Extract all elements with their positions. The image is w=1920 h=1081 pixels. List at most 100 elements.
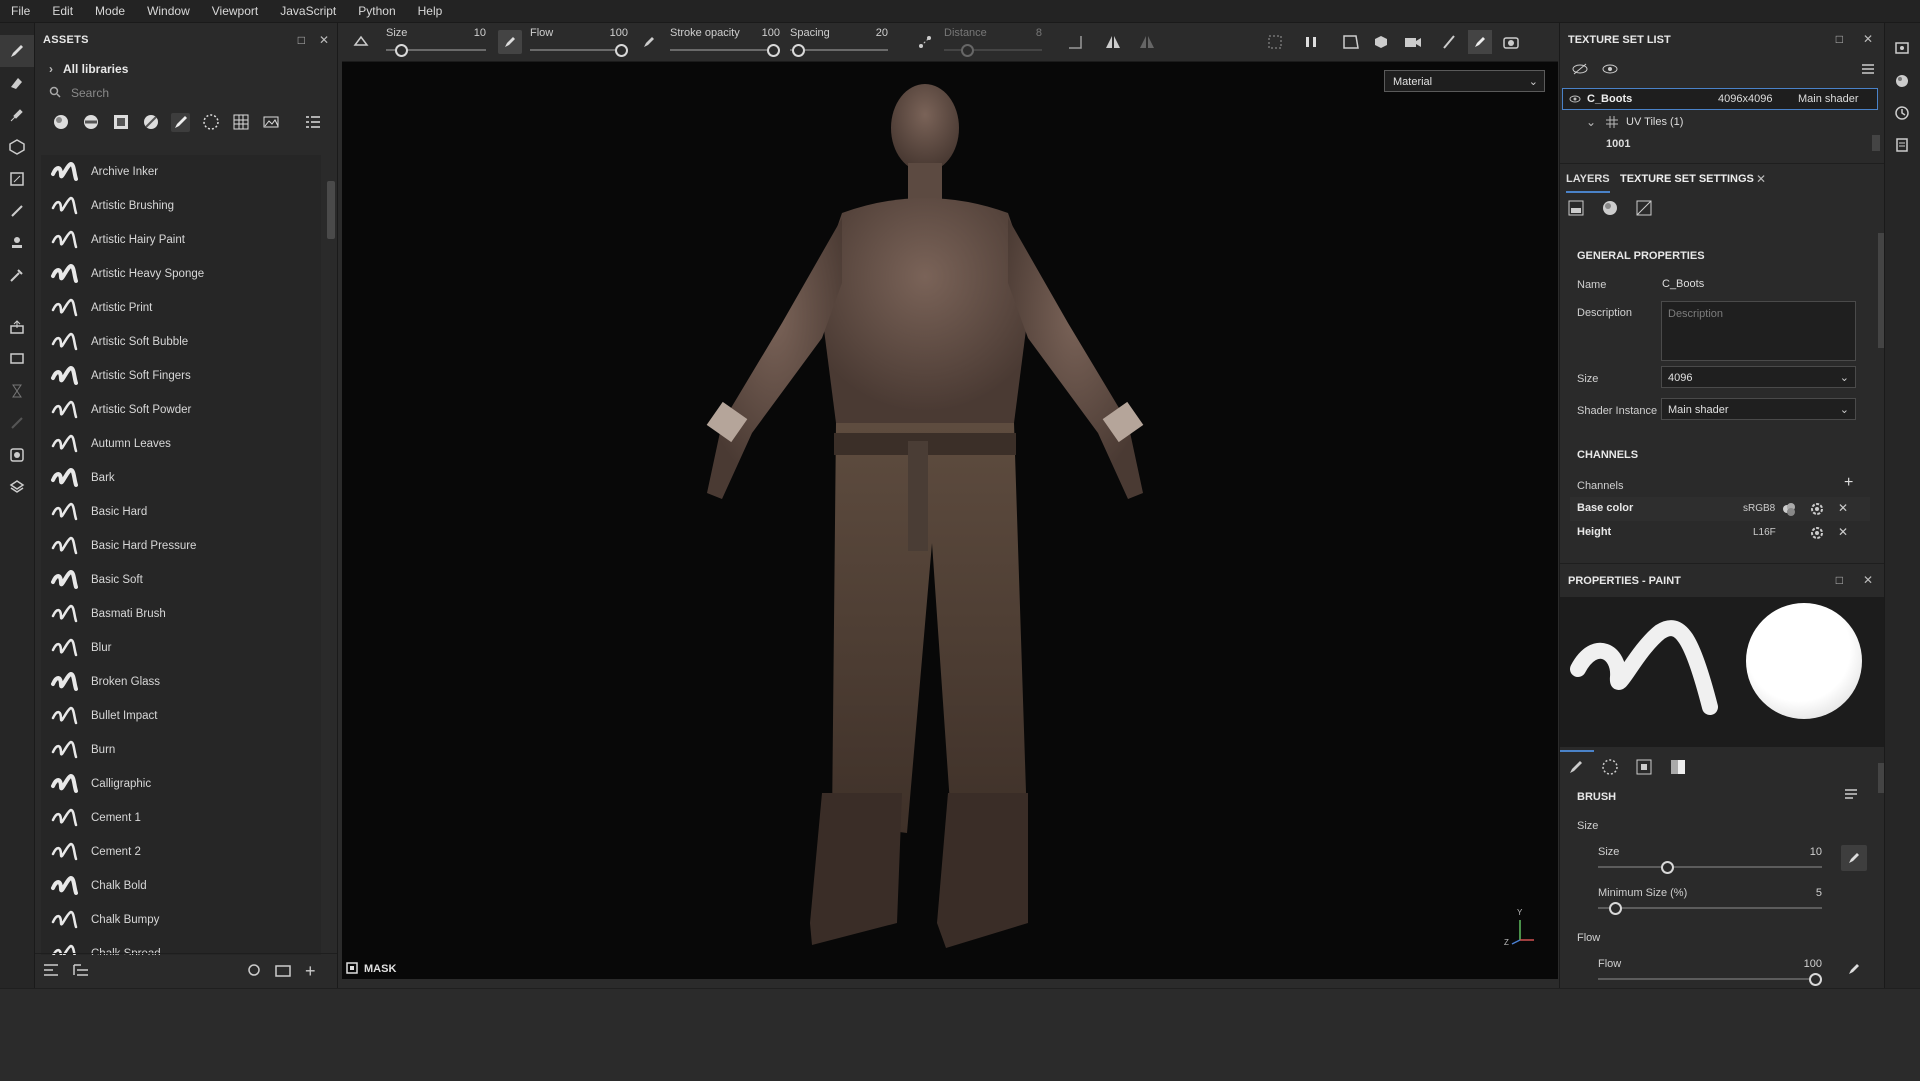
asset-item[interactable]: Cement 2 [41, 835, 321, 869]
color-picker-icon[interactable] [0, 259, 34, 291]
asset-item[interactable]: Cement 1 [41, 801, 321, 835]
gear-icon[interactable] [1810, 526, 1824, 543]
size-slider-knob[interactable] [394, 44, 408, 57]
bake-icon[interactable] [1568, 200, 1584, 219]
brush-filter-icon[interactable] [171, 112, 190, 132]
refresh-icon[interactable] [247, 963, 261, 980]
undock-icon[interactable]: □ [298, 33, 305, 47]
viewport-mode-select[interactable]: Material ⌄ [1384, 70, 1545, 92]
description-field[interactable]: Description [1661, 301, 1856, 361]
pause-icon[interactable] [1302, 33, 1320, 51]
screenshot-icon[interactable] [1502, 33, 1520, 51]
asset-item[interactable]: Basic Hard [41, 495, 321, 529]
asset-search[interactable]: Search [35, 81, 337, 105]
asset-item[interactable]: Calligraphic [41, 767, 321, 801]
asset-item[interactable]: Basic Hard Pressure [41, 529, 321, 563]
menu-mode[interactable]: Mode [84, 0, 136, 22]
asset-item[interactable]: Burn [41, 733, 321, 767]
2d-view-icon[interactable] [1342, 33, 1360, 51]
undock-icon[interactable]: □ [1836, 32, 1843, 46]
asset-item[interactable]: Basmati Brush [41, 597, 321, 631]
menu-edit[interactable]: Edit [41, 0, 84, 22]
shader-instance-dropdown[interactable]: Main shader ⌄ [1661, 398, 1856, 420]
viewport[interactable] [342, 23, 1558, 979]
mask-filter-icon[interactable] [111, 113, 130, 132]
eraser-tool-icon[interactable] [0, 67, 34, 99]
pen-pressure-size-icon[interactable] [1841, 845, 1867, 871]
paint-brush-tool-icon[interactable] [0, 35, 34, 67]
remove-channel-icon[interactable]: ✕ [1838, 501, 1848, 515]
filter-query-icon[interactable] [43, 963, 59, 980]
asset-item[interactable]: Artistic Soft Fingers [41, 359, 321, 393]
stroke-opacity-knob[interactable] [767, 44, 780, 57]
material-icon[interactable] [1602, 200, 1618, 219]
brush-menu-icon[interactable] [1844, 788, 1858, 803]
uv-tile-row[interactable]: 1001 [1560, 134, 1885, 156]
pen-pressure-flow-icon[interactable] [1848, 963, 1860, 978]
texture-filter-icon[interactable] [231, 113, 250, 132]
asset-item[interactable]: Artistic Soft Bubble [41, 325, 321, 359]
asset-item[interactable]: Archive Inker [41, 155, 321, 189]
uv-icon[interactable] [1636, 200, 1652, 219]
size-dropdown[interactable]: 4096 ⌄ [1661, 366, 1856, 388]
angle-icon[interactable] [1066, 33, 1084, 51]
menu-icon[interactable] [1861, 63, 1875, 78]
hide-ui-icon[interactable] [1266, 33, 1284, 51]
asset-item[interactable]: Basic Soft [41, 563, 321, 597]
close-icon[interactable]: ✕ [319, 33, 329, 47]
material-tab-icon[interactable] [1670, 759, 1686, 778]
material-filter-icon[interactable] [51, 113, 70, 132]
menu-window[interactable]: Window [136, 0, 201, 22]
asset-item[interactable]: Artistic Soft Powder [41, 393, 321, 427]
list-view-icon[interactable] [303, 113, 322, 132]
flow-slider[interactable]: Flow 100 [530, 25, 628, 59]
library-selector[interactable]: › All libraries [35, 57, 337, 81]
render-icon[interactable] [0, 439, 34, 471]
minimum-size-slider[interactable]: Minimum Size (%) 5 [1598, 887, 1822, 917]
symmetry-icon[interactable] [1104, 33, 1122, 51]
menu-javascript[interactable]: JavaScript [269, 0, 347, 22]
stencil-tab-icon[interactable] [1636, 759, 1652, 778]
remove-channel-icon[interactable]: ✕ [1838, 525, 1848, 539]
brush-flow-slider[interactable]: Flow 100 [1598, 958, 1822, 988]
display-settings-icon[interactable] [1885, 33, 1919, 65]
brush-flow-knob[interactable] [1809, 973, 1822, 986]
asset-item[interactable]: Bark [41, 461, 321, 495]
bake-mesh-maps-icon[interactable] [0, 343, 34, 375]
3d-view-icon[interactable] [1372, 33, 1390, 51]
smart-material-filter-icon[interactable] [81, 113, 100, 132]
geometry-mask-icon[interactable] [0, 163, 34, 195]
texture-set-row[interactable]: C_Boots 4096x4096 Main shader [1562, 88, 1878, 110]
color-channels-icon[interactable] [1782, 502, 1796, 519]
flow-slider-knob[interactable] [615, 44, 628, 57]
brush-tab-icon[interactable] [1568, 759, 1584, 778]
asset-item[interactable]: Blur [41, 631, 321, 665]
texture-set-scrollbar[interactable] [1872, 135, 1880, 151]
eye-icon[interactable] [1602, 63, 1618, 78]
menu-python[interactable]: Python [347, 0, 406, 22]
tab-texture-set-settings[interactable]: TEXTURE SET SETTINGS [1620, 173, 1754, 185]
stroke-opacity-slider[interactable]: Stroke opacity 100 [670, 25, 780, 59]
log-icon[interactable] [1885, 129, 1919, 161]
menu-file[interactable]: File [0, 0, 41, 22]
iray-icon[interactable] [1440, 33, 1458, 51]
undock-icon[interactable]: □ [1836, 573, 1843, 587]
asset-item[interactable]: Chalk Bumpy [41, 903, 321, 937]
close-icon[interactable]: ✕ [1863, 32, 1873, 46]
camera-icon[interactable] [1404, 33, 1422, 51]
close-icon[interactable]: ✕ [1863, 573, 1873, 587]
pen-pressure-size-icon[interactable] [498, 30, 522, 54]
asset-item[interactable]: Bullet Impact [41, 699, 321, 733]
search-input[interactable]: Search [71, 86, 109, 100]
channel-row-height[interactable]: Height L16F ✕ [1570, 521, 1870, 545]
asset-item[interactable]: Artistic Brushing [41, 189, 321, 223]
name-value[interactable]: C_Boots [1662, 278, 1704, 290]
shader-settings-icon[interactable] [1885, 65, 1919, 97]
uv-tiles-row[interactable]: ⌄ UV Tiles (1) [1560, 112, 1885, 134]
projection-tool-icon[interactable] [0, 99, 34, 131]
environment-filter-icon[interactable] [261, 113, 280, 132]
visibility-eye-icon[interactable] [1569, 93, 1581, 107]
menu-help[interactable]: Help [407, 0, 454, 22]
asset-item[interactable]: Chalk Bold [41, 869, 321, 903]
alpha-tab-icon[interactable] [1602, 759, 1618, 778]
